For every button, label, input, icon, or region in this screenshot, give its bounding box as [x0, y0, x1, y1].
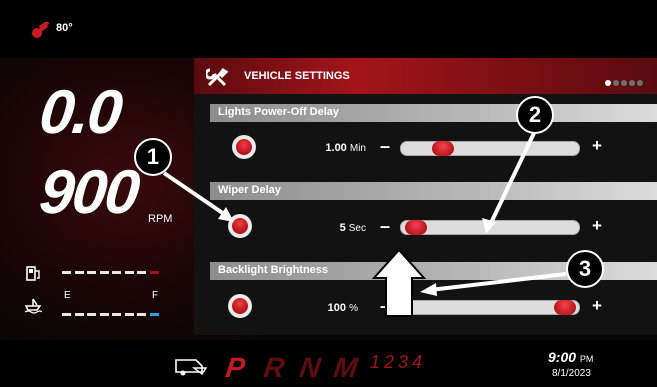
section-label: Lights Power-Off Delay	[218, 106, 340, 118]
gear-m: M	[331, 352, 360, 383]
gauge-segment	[87, 313, 96, 316]
value-unit: Sec	[348, 223, 366, 234]
trim-empty-label: E	[64, 290, 71, 301]
lights-delay-value: 1.00 Min	[306, 142, 366, 154]
gauge-segment	[62, 271, 71, 274]
rpm-unit-label: RPM	[148, 213, 173, 225]
page-dot[interactable]	[613, 80, 619, 86]
value-unit: %	[349, 303, 358, 314]
gauge-segment	[74, 271, 84, 274]
panel-header: VEHICLE SETTINGS	[194, 58, 657, 94]
top-status-bar: 80°	[0, 0, 657, 58]
lights-delay-slider-track[interactable]	[400, 141, 580, 156]
section-header-lights-delay: Lights Power-Off Delay	[210, 104, 657, 122]
trailer-icon	[175, 359, 208, 376]
wiper-delay-decrease-button[interactable]: –	[380, 216, 390, 237]
value-number: 1.00	[325, 142, 347, 154]
gauge-segment	[124, 271, 134, 274]
gauge-segment	[149, 313, 159, 316]
gauge-segment	[62, 313, 71, 316]
gauge-segment	[99, 271, 109, 274]
page-indicator[interactable]	[603, 73, 643, 91]
page-dot[interactable]	[621, 80, 627, 86]
gauge-segment	[137, 271, 146, 274]
wiper-delay-increase-button[interactable]: +	[592, 216, 602, 236]
boat-trim-icon	[24, 298, 42, 314]
value-number: 5	[339, 222, 346, 234]
backlight-slider-track[interactable]	[400, 300, 580, 315]
panel-title: VEHICLE SETTINGS	[244, 70, 350, 82]
gauge-segment	[112, 271, 121, 274]
wrench-screwdriver-icon	[206, 67, 229, 87]
backlight-slider-thumb[interactable]	[554, 300, 576, 315]
time-value: 9:00	[548, 349, 577, 365]
value-number: 100	[327, 302, 347, 314]
page-dot[interactable]	[605, 80, 611, 86]
value-unit: Min	[349, 143, 366, 154]
gauge-segment	[149, 271, 159, 274]
backlight-decrease-button[interactable]: –	[380, 296, 390, 317]
trim-full-label: F	[152, 290, 159, 301]
wiper-delay-slider-thumb[interactable]	[405, 220, 428, 235]
lights-delay-select-button[interactable]	[232, 135, 256, 159]
thermometer-icon	[32, 22, 50, 38]
gauge-segment	[124, 313, 134, 316]
clock-date: 8/1/2023	[552, 368, 591, 379]
backlight-value: 100 %	[298, 302, 358, 314]
wiper-delay-value: 5 Sec	[306, 222, 366, 234]
section-label: Wiper Delay	[218, 184, 281, 196]
lights-delay-slider-thumb[interactable]	[432, 141, 455, 156]
callout-3: 3	[566, 250, 604, 288]
gauge-segment	[99, 313, 109, 316]
backlight-select-button[interactable]	[228, 294, 252, 318]
callout-1: 1	[134, 138, 172, 176]
section-header-wiper-delay: Wiper Delay	[210, 182, 657, 200]
gauge-segment	[87, 271, 96, 274]
gauge-segment	[74, 313, 84, 316]
wiper-delay-select-button[interactable]	[228, 214, 252, 238]
fuel-pump-icon	[26, 266, 40, 281]
page-dot[interactable]	[629, 80, 635, 86]
temperature-readout: 80°	[56, 22, 73, 34]
clock-time: 9:00 PM	[548, 349, 593, 365]
gear-numbers: 1234	[370, 352, 427, 372]
lights-delay-decrease-button[interactable]: –	[380, 136, 390, 157]
display-screen: 80° 0.0 900 RPM E F VEHICLE SETTINGS Lig…	[0, 0, 657, 387]
section-label: Backlight Brightness	[218, 264, 329, 276]
gauge-segment	[112, 313, 121, 316]
lights-delay-increase-button[interactable]: +	[592, 136, 602, 156]
vehicle-settings-panel: VEHICLE SETTINGS Lights Power-Off Delay …	[194, 58, 657, 335]
time-suffix: PM	[579, 354, 594, 364]
page-dot[interactable]	[637, 80, 643, 86]
gauge-segment	[137, 313, 146, 316]
callout-2: 2	[516, 96, 554, 134]
backlight-increase-button[interactable]: +	[592, 296, 602, 316]
